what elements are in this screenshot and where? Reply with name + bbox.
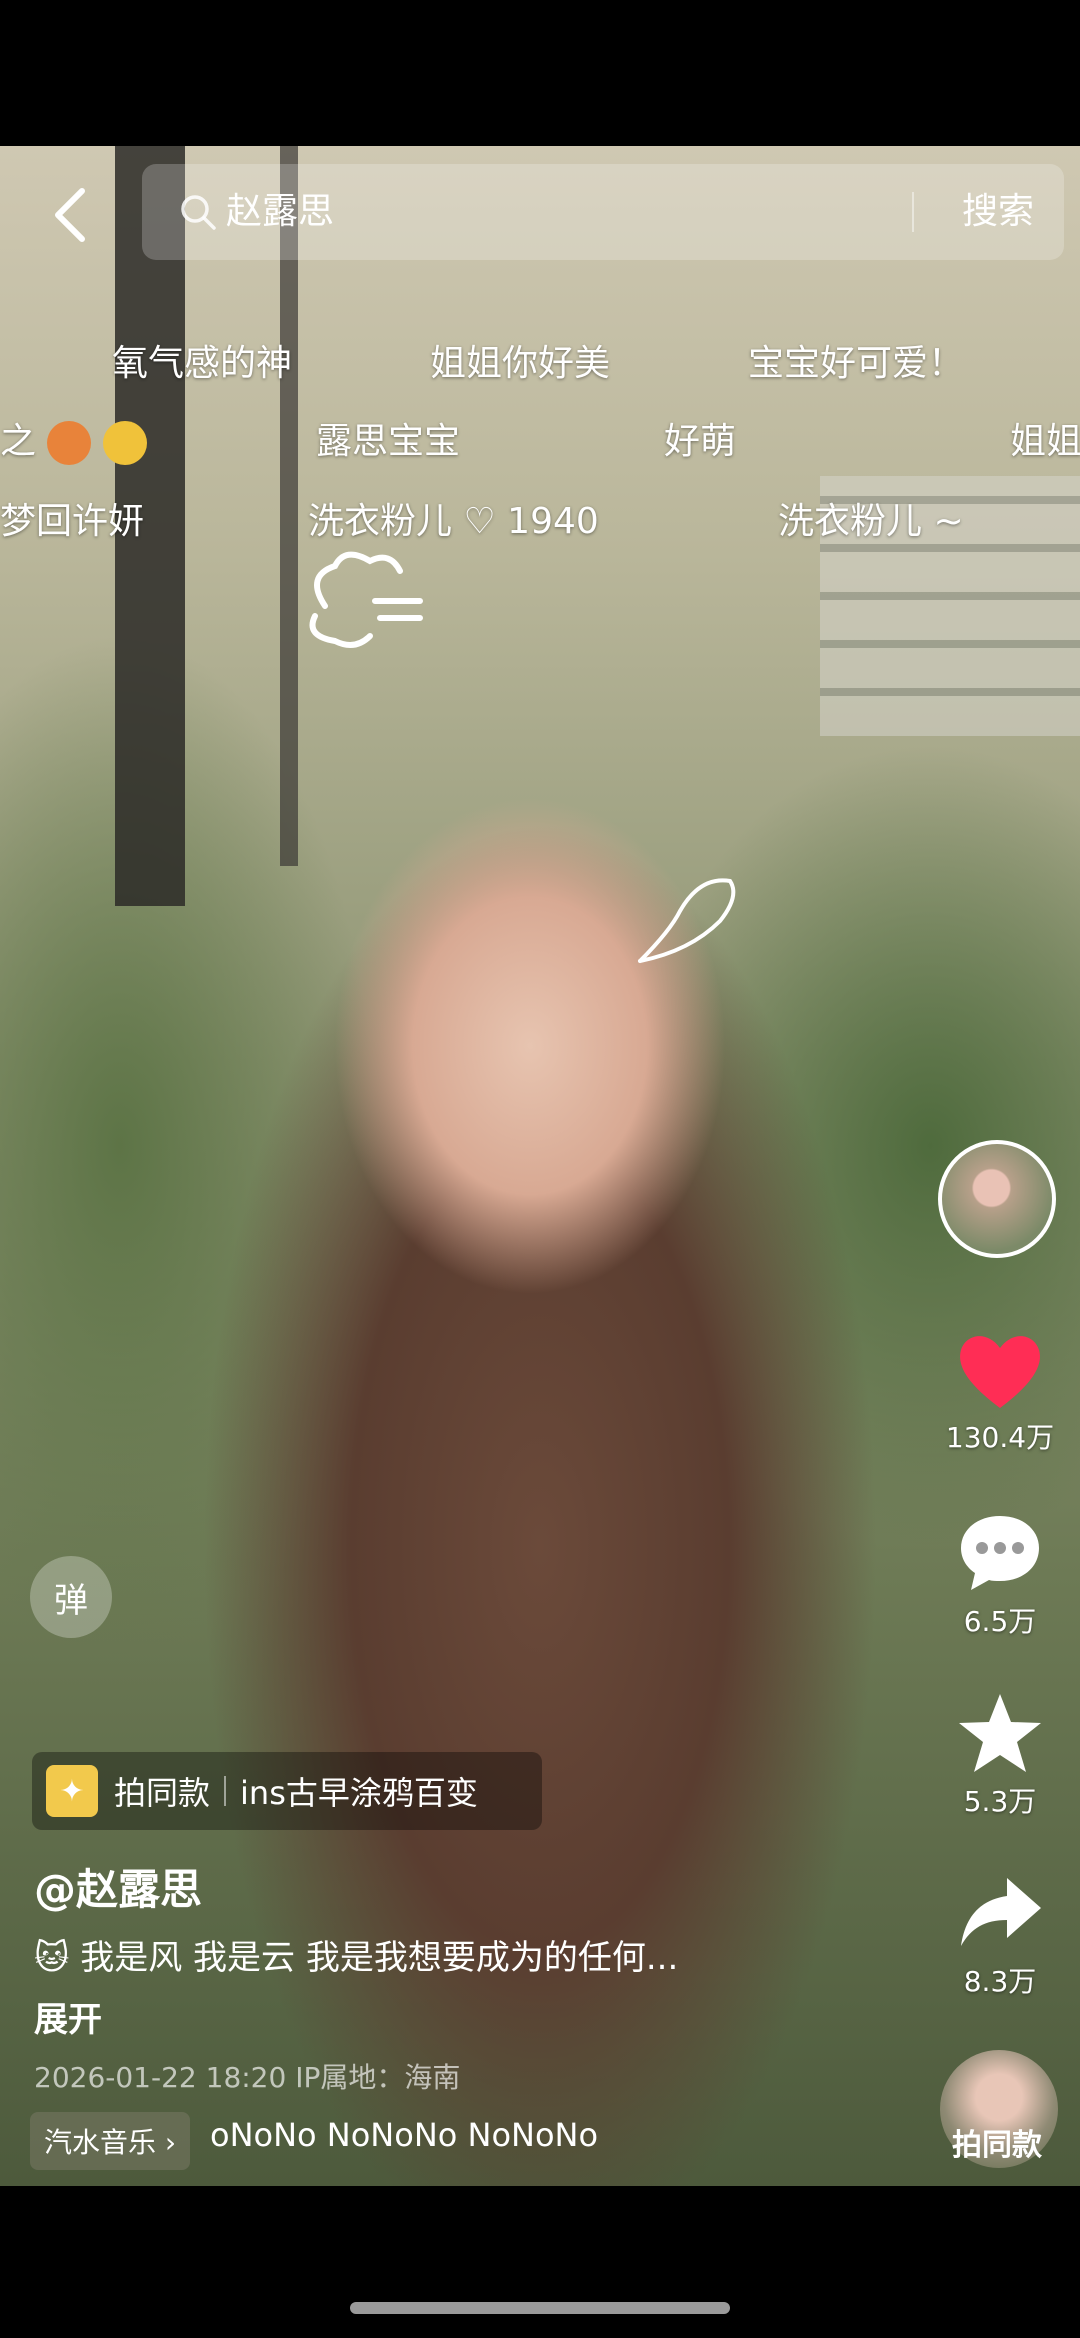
template-name: ins古早涂鸦百变 bbox=[240, 1774, 478, 1812]
danmaku-text: 之 bbox=[0, 421, 37, 462]
danmaku-item: 梦回许妍 bbox=[0, 501, 145, 542]
emoji-sticker bbox=[47, 421, 92, 465]
search-button[interactable]: 搜索 bbox=[962, 184, 1034, 240]
leaf-doodle bbox=[638, 878, 736, 963]
author-avatar[interactable] bbox=[938, 1140, 1056, 1258]
like-button[interactable]: 130.4万 bbox=[940, 1330, 1060, 1456]
post-meta: 2026-01-22 18:20 IP属地：海南 bbox=[34, 2061, 461, 2094]
danmaku-item: 露思宝宝 bbox=[316, 421, 461, 462]
danmaku-item: 好萌 bbox=[664, 421, 737, 462]
top-bar: 赵露思 搜索 bbox=[0, 150, 1080, 280]
music-track[interactable]: oNoNo NoNoNo NoNoNo bbox=[210, 2116, 598, 2154]
heart-icon bbox=[960, 1336, 1040, 1408]
music-chip[interactable]: 汽水音乐 › bbox=[30, 2112, 191, 2170]
video-caption: 🐱 我是风 我是云 我是我想要成为的任何... bbox=[34, 1938, 679, 1978]
danmaku-item: 姐姐你好美 bbox=[430, 343, 611, 384]
template-tag[interactable]: ✦ 拍同款 ins古早涂鸦百变 bbox=[32, 1752, 542, 1830]
danmaku-item: 氧气感的神 bbox=[112, 343, 293, 384]
share-icon bbox=[961, 1878, 1041, 1946]
expand-link[interactable]: 展开 bbox=[34, 1992, 102, 2041]
search-icon bbox=[181, 195, 216, 230]
danmaku-item: 洗衣粉儿 ~ bbox=[778, 501, 964, 542]
chevron-left-icon bbox=[55, 188, 85, 242]
favorite-count: 5.3万 bbox=[963, 1785, 1037, 1818]
emoji-sticker bbox=[102, 421, 147, 465]
search-input[interactable]: 赵露思 bbox=[226, 184, 334, 240]
comment-icon bbox=[961, 1516, 1039, 1590]
cloud-doodle bbox=[309, 551, 423, 648]
star-icon bbox=[959, 1694, 1041, 1772]
shoot-same-label[interactable]: 拍同款 bbox=[952, 2120, 1042, 2164]
danmaku-item: 宝宝好可爱！ bbox=[748, 343, 965, 384]
back-button[interactable] bbox=[40, 180, 100, 250]
search-bar[interactable]: 赵露思 搜索 bbox=[142, 164, 1064, 260]
share-button[interactable]: 8.3万 bbox=[940, 1870, 1060, 2000]
comment-button[interactable]: 6.5万 bbox=[940, 1510, 1060, 1640]
danmu-label: 弹 bbox=[54, 1580, 88, 1621]
author-name[interactable]: @赵露思 bbox=[34, 1856, 202, 1917]
sparkle-icon: ✦ bbox=[46, 1765, 98, 1817]
danmu-toggle-button[interactable]: 弹 bbox=[30, 1556, 112, 1638]
favorite-button[interactable]: 5.3万 bbox=[940, 1690, 1060, 1820]
tag-divider bbox=[224, 1776, 227, 1806]
danmaku-item: 洗衣粉儿 ♡ 1940 bbox=[308, 501, 599, 542]
comment-count: 6.5万 bbox=[963, 1605, 1037, 1638]
home-indicator[interactable] bbox=[350, 2302, 730, 2314]
danmaku-item: 之 bbox=[0, 412, 147, 465]
danmaku-item: 姐姐 bbox=[1010, 421, 1080, 462]
search-divider bbox=[912, 192, 914, 232]
template-label: 拍同款 bbox=[114, 1774, 211, 1812]
like-count: 130.4万 bbox=[945, 1421, 1055, 1454]
share-count: 8.3万 bbox=[963, 1965, 1037, 1998]
